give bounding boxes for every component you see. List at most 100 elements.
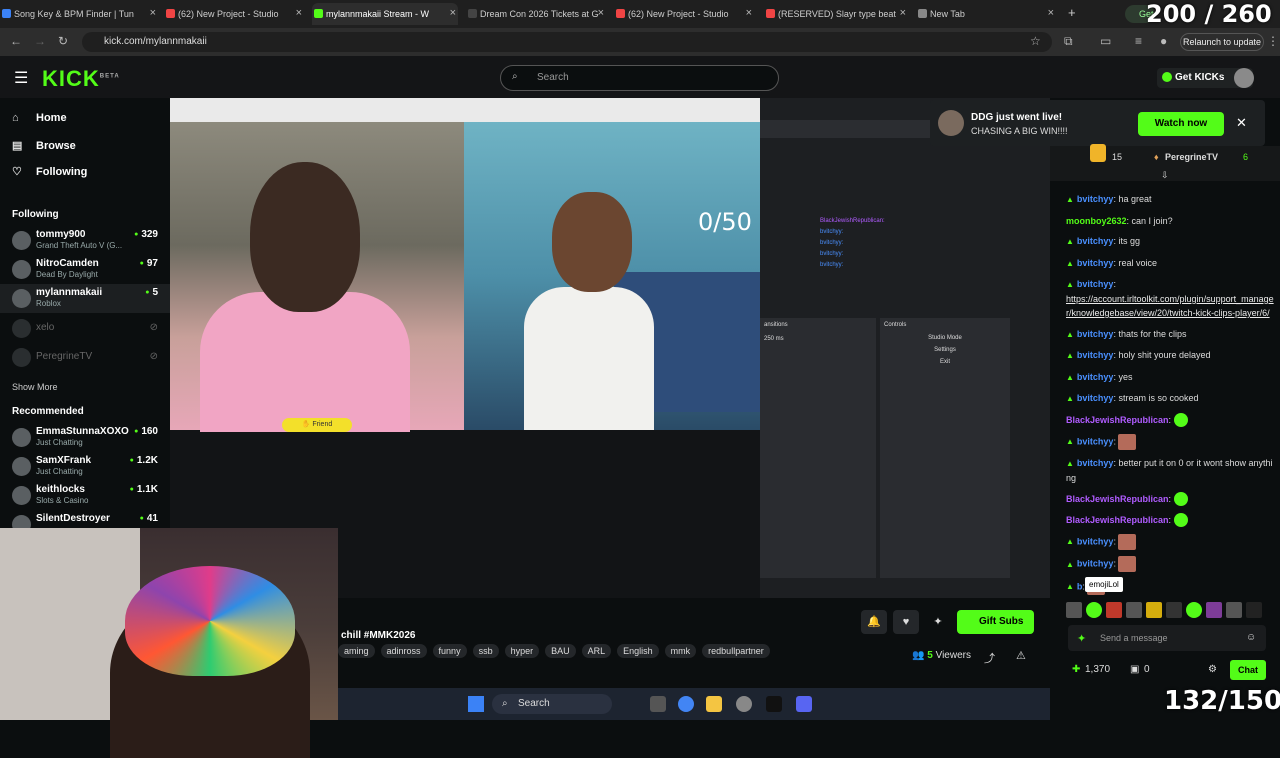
chat-username[interactable]: bvitchyy: [1077, 393, 1114, 403]
user-avatar[interactable]: [1234, 68, 1254, 88]
chat-username[interactable]: bvitchyy: [1077, 194, 1114, 204]
report-icon[interactable]: ⚠: [1016, 649, 1026, 662]
back-icon[interactable]: ←: [10, 34, 22, 48]
following-channel[interactable]: NitroCamdenDead By Daylight97: [0, 255, 170, 284]
close-icon[interactable]: ×: [746, 7, 752, 19]
green-emote-icon[interactable]: [1173, 492, 1188, 507]
close-icon[interactable]: ✕: [1236, 115, 1247, 131]
media-icon[interactable]: ≡: [1135, 34, 1142, 48]
tag[interactable]: ARL: [581, 644, 612, 658]
chat-username[interactable]: BlackJewishRepublican: [1066, 494, 1169, 504]
emote-icon[interactable]: [1226, 602, 1242, 618]
chat-input[interactable]: Send a message: [1068, 625, 1266, 651]
gift-subs-button[interactable]: Gift Subs: [957, 610, 1034, 634]
close-icon[interactable]: ×: [900, 7, 906, 19]
tag[interactable]: ssb: [472, 644, 499, 658]
cast-icon[interactable]: ▭: [1100, 34, 1111, 48]
close-icon[interactable]: ×: [296, 7, 302, 19]
chat-username[interactable]: bvitchyy: [1077, 372, 1114, 382]
chat-username[interactable]: moonboy2632: [1066, 216, 1127, 226]
chat-username[interactable]: bvitchyy: [1077, 350, 1114, 360]
bookmark-star-icon[interactable]: ☆: [1030, 34, 1041, 48]
watch-now-button[interactable]: Watch now: [1138, 112, 1224, 136]
browser-tab[interactable]: New Tab ×: [916, 3, 1056, 25]
settings-gear-icon[interactable]: ⚙: [1208, 664, 1217, 675]
follow-heart-icon[interactable]: ♥: [893, 610, 919, 634]
share-icon[interactable]: ⤴: [984, 650, 995, 666]
tag[interactable]: mmk: [664, 644, 697, 658]
tag[interactable]: hyper: [504, 644, 540, 658]
obs-icon[interactable]: [736, 696, 752, 712]
hamburger-menu-icon[interactable]: ☰: [14, 68, 28, 88]
green-emote-icon[interactable]: [1173, 513, 1188, 528]
tiktok-icon[interactable]: [766, 696, 782, 712]
task-view-icon[interactable]: [650, 696, 666, 712]
recommended-channel[interactable]: EmmaStunnaXOXOJust Chatting160: [0, 423, 170, 452]
video-player[interactable]: ✋ Friend 0/50 BlackJewishRepublican: bvi…: [170, 98, 1050, 598]
browser-tab-active[interactable]: mylannmakaii Stream - W ×: [312, 3, 458, 25]
chat-username[interactable]: BlackJewishRepublican: [1066, 515, 1169, 525]
relaunch-button[interactable]: Relaunch to update: [1180, 33, 1264, 51]
browser-tab[interactable]: (RESERVED) Slayr type beat ×: [764, 3, 908, 25]
extensions-icon[interactable]: ⧉: [1064, 34, 1073, 49]
following-channel-offline[interactable]: xelo ⊘: [0, 314, 170, 343]
emote-icon[interactable]: [1186, 602, 1202, 618]
green-emote-icon[interactable]: [1173, 413, 1188, 428]
tag[interactable]: adinross: [380, 644, 427, 658]
chat-username[interactable]: BlackJewishRepublican: [1066, 415, 1169, 425]
nav-home[interactable]: ⌂ Home: [12, 112, 67, 124]
following-channel[interactable]: tommy900Grand Theft Auto V (G...329: [0, 226, 170, 255]
forward-icon[interactable]: →: [34, 34, 46, 48]
windows-start-icon[interactable]: [468, 696, 484, 712]
chat-link[interactable]: https://account.irltoolkit.com/plugin/su…: [1066, 294, 1274, 318]
chat-username[interactable]: bvitchyy: [1077, 236, 1114, 246]
folder-icon[interactable]: [706, 696, 722, 712]
pin-icon[interactable]: ⇩: [1161, 170, 1169, 181]
emote-icon[interactable]: [1126, 602, 1142, 618]
face-emote-icon[interactable]: [1118, 433, 1137, 450]
chat-username[interactable]: bvitchyy: [1077, 279, 1114, 289]
chat-username[interactable]: bvitchyy: [1077, 559, 1114, 569]
tag[interactable]: English: [617, 644, 659, 658]
chat-username[interactable]: bvitchyy: [1077, 258, 1114, 268]
chat-username[interactable]: bvitchyy: [1077, 458, 1114, 468]
chat-send-button[interactable]: Chat: [1230, 660, 1266, 680]
emote-icon[interactable]: [1246, 602, 1262, 618]
emote-icon[interactable]: [1106, 602, 1122, 618]
chat-username[interactable]: bvitchyy: [1077, 436, 1114, 446]
url-input[interactable]: kick.com/mylannmakaii: [82, 32, 1052, 52]
face-emote-icon[interactable]: [1118, 556, 1137, 573]
notification-bell-icon[interactable]: 🔔: [861, 610, 887, 634]
profile-icon[interactable]: ●: [1160, 34, 1167, 48]
emote-icon[interactable]: [1086, 602, 1102, 618]
face-emote-icon[interactable]: [1118, 533, 1137, 550]
emote-icon[interactable]: [1066, 602, 1082, 618]
reload-icon[interactable]: ↻: [58, 34, 68, 48]
menu-dots-icon[interactable]: ⋮: [1267, 34, 1279, 48]
discord-icon[interactable]: [796, 696, 812, 712]
tag[interactable]: redbullpartner: [702, 644, 770, 658]
emote-icon[interactable]: [1166, 602, 1182, 618]
recommended-channel[interactable]: SamXFrankJust Chatting1.2K: [0, 452, 170, 481]
nav-browse[interactable]: ▤ Browse: [12, 139, 76, 152]
tag[interactable]: BAU: [545, 644, 576, 658]
browser-tab[interactable]: Dream Con 2026 Tickets at G ×: [466, 3, 606, 25]
close-icon[interactable]: ×: [450, 7, 456, 19]
chrome-icon[interactable]: [678, 696, 694, 712]
chat-username[interactable]: b: [1077, 581, 1083, 591]
browser-tab[interactable]: (62) New Project - Studio ×: [164, 3, 304, 25]
browser-tab[interactable]: (62) New Project - Studio ×: [614, 3, 754, 25]
following-channel-offline[interactable]: PeregrineTV ⊘: [0, 343, 170, 372]
nav-following[interactable]: ♡ Following: [12, 165, 87, 178]
kick-logo[interactable]: KICKBETA: [42, 66, 120, 92]
emoji-icon[interactable]: ☺: [1246, 632, 1256, 643]
tag[interactable]: aming: [338, 644, 375, 658]
close-icon[interactable]: ×: [1048, 7, 1054, 19]
emote-icon[interactable]: [1206, 602, 1222, 618]
following-channel-selected[interactable]: mylannmakaiiRoblox5: [0, 284, 170, 313]
taskbar-search[interactable]: Search: [492, 694, 612, 714]
show-more-link[interactable]: Show More: [12, 382, 58, 392]
chat-username[interactable]: bvitchyy: [1077, 536, 1114, 546]
sparkle-icon[interactable]: ✦: [925, 610, 951, 634]
recommended-channel[interactable]: keithlocksSlots & Casino1.1K: [0, 481, 170, 510]
